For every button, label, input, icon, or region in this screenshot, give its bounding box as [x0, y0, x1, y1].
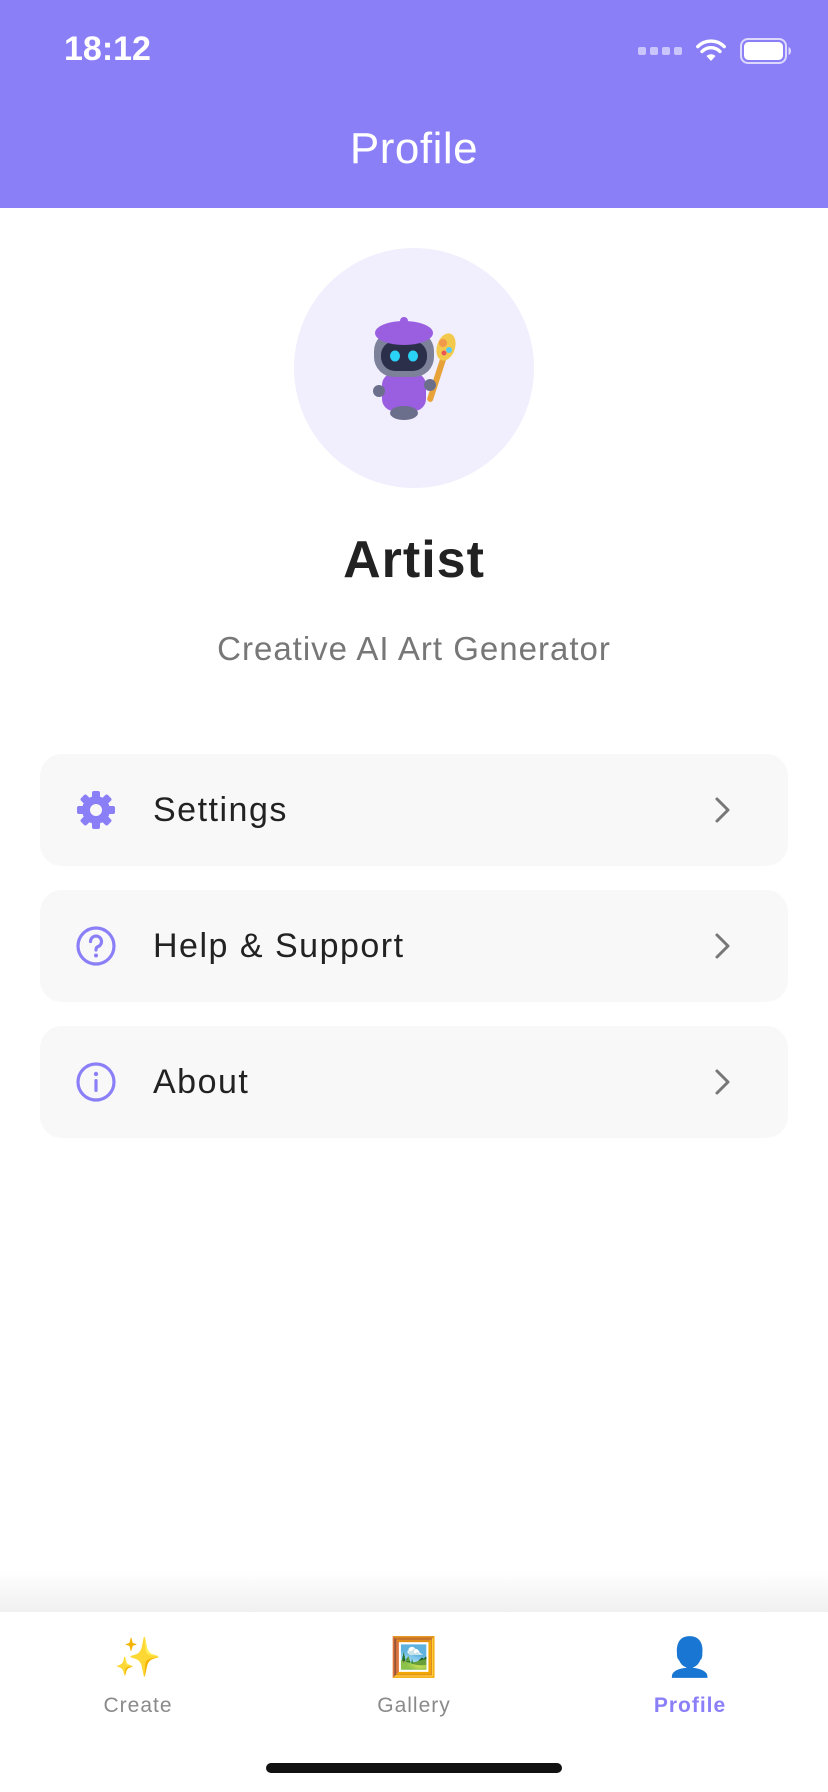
- header-bar: 18:12 Profile: [0, 0, 828, 208]
- profile-subtitle: Creative AI Art Generator: [217, 630, 611, 667]
- chevron-right-icon: [715, 933, 730, 959]
- home-indicator[interactable]: [266, 1763, 562, 1773]
- gear-icon: [77, 791, 115, 829]
- chevron-right-icon: [715, 1069, 730, 1095]
- tab-create-label: Create: [103, 1694, 173, 1717]
- tab-profile-label: Profile: [653, 1694, 727, 1717]
- wifi-icon: [696, 39, 726, 61]
- tabbar-shadow: [0, 1570, 828, 1612]
- framed-picture-icon: 🖼️: [390, 1637, 438, 1679]
- about-menu-item[interactable]: About: [40, 1026, 788, 1138]
- tab-gallery[interactable]: 🖼️ Gallery: [276, 1630, 552, 1750]
- about-label: About: [153, 1063, 250, 1101]
- help-support-menu-item[interactable]: Help & Support: [40, 890, 788, 1002]
- tab-create[interactable]: ✨ Create: [0, 1630, 276, 1750]
- status-icons: [638, 36, 792, 66]
- sparkles-icon: ✨: [114, 1637, 162, 1679]
- info-circle-icon: [76, 1062, 116, 1102]
- settings-menu-item[interactable]: Settings: [40, 754, 788, 866]
- cellular-signal-icon: [638, 47, 682, 55]
- tab-gallery-label: Gallery: [377, 1694, 451, 1717]
- help-support-label: Help & Support: [153, 927, 405, 965]
- robot-artist-icon: [373, 317, 456, 420]
- question-circle-icon: [76, 926, 116, 966]
- chevron-right-icon: [715, 797, 730, 823]
- status-time: 18:12: [64, 30, 151, 68]
- profile-name: Artist: [343, 531, 485, 589]
- tab-profile[interactable]: 👤 Profile: [552, 1630, 828, 1750]
- battery-icon: [740, 38, 791, 64]
- person-silhouette-icon: 👤: [666, 1637, 714, 1679]
- settings-label: Settings: [153, 791, 288, 829]
- page-title: Profile: [349, 124, 479, 173]
- avatar: [294, 248, 534, 488]
